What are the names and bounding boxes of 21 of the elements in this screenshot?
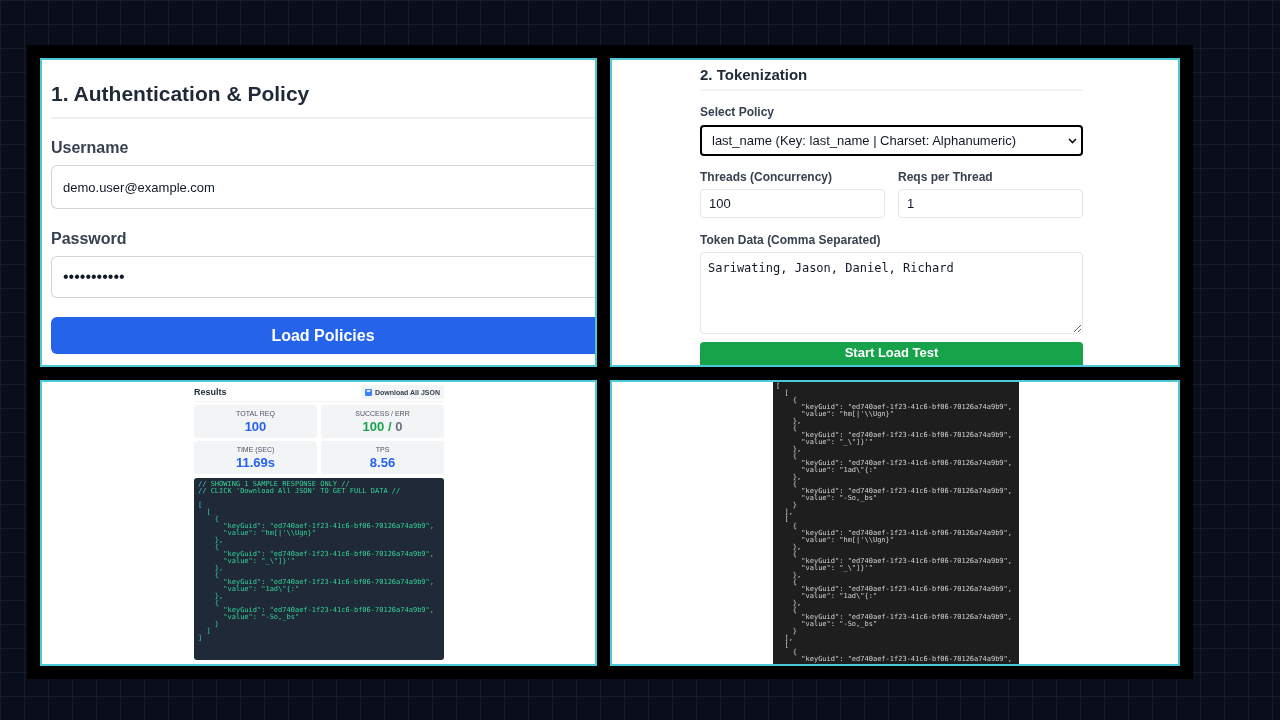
section-heading: 2. Tokenization [700,65,809,85]
policy-select[interactable]: last_name (Key: last_name | Charset: Alphanumeric) [700,125,1083,156]
chevron-down-icon [1068,137,1077,144]
field-label: Select Policy [700,104,776,120]
token-data-field[interactable]: Sariwating, Jason, Daniel, Richard [700,252,1083,334]
stat-value: 8.56 [369,455,396,471]
stat-value: 100 [244,419,267,435]
field-label: Password [51,229,128,249]
field-label: Threads (Concurrency) [700,169,834,185]
load-policies-button[interactable]: Load Policies [51,317,595,354]
username-field[interactable]: demo.user@example.com [51,165,595,209]
number-field[interactable]: 100 [700,189,885,218]
results-heading: Results [194,386,227,398]
field-label: Token Data (Comma Separated) [700,232,882,248]
stat-value: 11.69s [235,455,275,471]
section-heading: 1. Authentication & Policy [51,81,311,107]
password-field[interactable]: ••••••••••• [51,256,595,298]
number-field[interactable]: 1 [898,189,1083,218]
field-label: Reqs per Thread [898,169,994,185]
field-label: Username [51,138,130,158]
stat-value: 100 / 0 [362,419,403,435]
